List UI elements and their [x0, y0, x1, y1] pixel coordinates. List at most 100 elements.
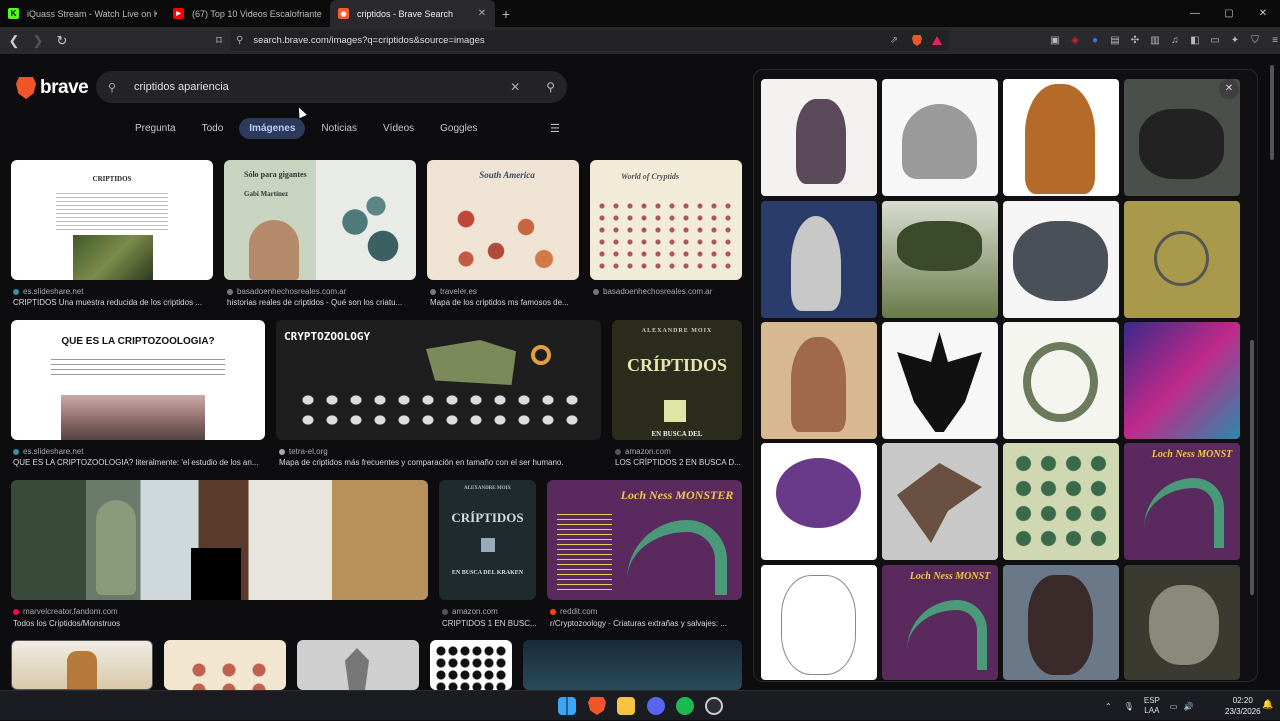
result-image[interactable] [430, 640, 512, 690]
result-source[interactable]: reddit.com [550, 607, 740, 616]
result-caption[interactable]: CRIPTIDOS Una muestra reducida de los cr… [13, 298, 213, 307]
preview-image[interactable] [1003, 79, 1119, 196]
network-icon[interactable]: ▭ [1170, 702, 1178, 711]
maximize-button[interactable]: ▢ [1212, 0, 1246, 27]
result-image[interactable] [297, 640, 419, 690]
preview-image[interactable] [882, 79, 998, 196]
clock[interactable]: 02:20 23/3/2026 [1225, 695, 1261, 717]
result-image[interactable]: World of Cryptids [590, 160, 742, 280]
brave-shields-icon[interactable] [912, 35, 922, 46]
translate-icon[interactable]: ▤ [1105, 35, 1125, 46]
vpn-icon[interactable]: ⛉ [1245, 35, 1265, 46]
tab-videos[interactable]: Vídeos [373, 118, 424, 139]
result-caption[interactable]: CRIPTIDOS 1 EN BUSC... [442, 619, 537, 628]
preview-image[interactable] [1003, 443, 1119, 560]
preview-image[interactable]: Loch Ness MONST [1124, 443, 1240, 560]
file-explorer-icon[interactable] [617, 697, 635, 715]
preview-image[interactable] [761, 201, 877, 318]
forward-icon[interactable]: ❯ [28, 33, 48, 49]
preview-image[interactable] [1124, 322, 1240, 439]
media-icon[interactable]: ♫ [1165, 35, 1185, 46]
reload-icon[interactable]: ↻ [52, 33, 72, 49]
preview-image[interactable] [882, 322, 998, 439]
preview-image[interactable] [882, 443, 998, 560]
brave-logo[interactable]: brave [16, 77, 89, 99]
tab-goggles[interactable]: Goggles [430, 118, 487, 139]
close-window-button[interactable]: ✕ [1246, 0, 1280, 27]
tab-imagenes[interactable]: Imágenes [239, 117, 306, 139]
preview-image[interactable] [761, 443, 877, 560]
submit-search-icon[interactable]: ⚲ [546, 80, 555, 94]
preview-image[interactable] [1124, 565, 1240, 680]
bookmark-icon[interactable]: ⌑ [209, 34, 229, 47]
result-image[interactable] [523, 640, 742, 690]
notification-icon[interactable]: 🔔 [1262, 699, 1273, 710]
extension-icon[interactable]: ● [1085, 35, 1105, 46]
result-caption[interactable]: Mapa de los criptidos ms famosos de... [430, 298, 580, 307]
brave-rewards-icon[interactable] [932, 36, 942, 45]
back-icon[interactable]: ❮ [4, 33, 24, 49]
result-image[interactable]: CRYPTOZOOLOGY [276, 320, 601, 440]
tab-todo[interactable]: Todo [192, 118, 234, 139]
tab-pregunta[interactable]: Pregunta [125, 118, 186, 139]
extensions-puzzle-icon[interactable]: ✣ [1125, 35, 1145, 46]
tab-noticias[interactable]: Noticias [311, 118, 367, 139]
result-image[interactable] [11, 640, 153, 690]
result-source[interactable]: es.slideshare.net [13, 287, 213, 296]
result-image[interactable]: CRIPTIDOS [11, 160, 213, 280]
reader-icon[interactable]: ▥ [1145, 35, 1165, 46]
result-source[interactable]: basadoenhechosreales.com.ar [227, 287, 417, 296]
result-image[interactable]: ALEXANDRE MOIX CRÍPTIDOS EN BUSCA DEL [612, 320, 742, 440]
sidebar-icon[interactable]: ◧ [1185, 35, 1205, 46]
search-input[interactable] [134, 81, 511, 93]
address-bar[interactable]: ⚲ search.brave.com/images?q=criptidos&so… [230, 30, 950, 51]
result-image[interactable]: QUE ES LA CRIPTOZOOLOGIA? [11, 320, 265, 440]
preview-image[interactable] [1003, 565, 1119, 680]
result-image[interactable]: South America [427, 160, 579, 280]
preview-image[interactable] [1003, 201, 1119, 318]
result-caption[interactable]: historias reales de criptidos - Qué son … [227, 298, 417, 307]
preview-image[interactable] [1124, 201, 1240, 318]
wallet-icon[interactable]: ▭ [1205, 35, 1225, 46]
panel-scrollbar[interactable] [1250, 340, 1254, 595]
filter-settings-icon[interactable]: ☰ [550, 122, 560, 135]
result-caption[interactable]: Todos los Criptidos/Monstruos [13, 619, 313, 628]
preview-image[interactable] [882, 201, 998, 318]
result-source[interactable]: tetra-el.org [279, 447, 599, 456]
tab-youtube[interactable]: ▶ (67) Top 10 Videos Escalofriantes De [165, 0, 330, 27]
spotify-icon[interactable] [676, 697, 694, 715]
close-preview-button[interactable]: ✕ [1219, 79, 1239, 99]
result-caption[interactable]: r/Cryptozoology - Criaturas extrañas y s… [550, 619, 742, 628]
tab-manager-icon[interactable]: ▣ [1045, 35, 1065, 46]
result-image[interactable] [164, 640, 286, 690]
steam-icon[interactable] [705, 697, 723, 715]
preview-image[interactable] [1003, 322, 1119, 439]
tab-kick[interactable]: KiQuass Stream - Watch Live on Kick [0, 0, 165, 27]
result-image[interactable]: Loch Ness MONSTER [547, 480, 742, 600]
brave-browser-icon[interactable] [588, 697, 606, 715]
new-tab-button[interactable]: + [495, 6, 517, 22]
result-source[interactable]: amazon.com [442, 607, 537, 616]
preview-image[interactable] [761, 322, 877, 439]
tab-brave-search[interactable]: ◉ criptidos - Brave Search ✕ [330, 0, 495, 27]
volume-icon[interactable]: 🔊 [1183, 702, 1193, 711]
result-caption[interactable]: QUE ES LA CRIPTOZOOLOGIA? literalmente: … [13, 458, 265, 467]
preview-image[interactable]: Loch Ness MONST [882, 565, 998, 680]
clear-search-icon[interactable]: ✕ [510, 80, 520, 94]
site-info-icon[interactable]: ⚲ [236, 35, 243, 46]
chevron-up-icon[interactable]: ⌃ [1105, 702, 1112, 711]
page-scrollbar[interactable] [1270, 60, 1276, 678]
result-source[interactable]: marvelcreator.fandom.com [13, 607, 313, 616]
windows-start-icon[interactable] [558, 697, 576, 715]
share-icon[interactable]: ⇗ [890, 35, 898, 46]
close-tab-icon[interactable]: ✕ [477, 8, 487, 19]
result-caption[interactable]: LOS CRÍPTIDOS 2 EN BUSCA D... [615, 458, 742, 467]
leo-ai-icon[interactable]: ✦ [1225, 35, 1245, 46]
discord-icon[interactable] [647, 697, 665, 715]
result-source[interactable]: traveler.es [430, 287, 580, 296]
preview-image[interactable] [761, 79, 877, 196]
language-indicator[interactable]: ESP LAA [1144, 696, 1160, 716]
result-caption[interactable]: Mapa de criptidos más frecuentes y compa… [279, 458, 601, 467]
result-image[interactable] [11, 480, 428, 600]
result-source[interactable]: es.slideshare.net [13, 447, 263, 456]
